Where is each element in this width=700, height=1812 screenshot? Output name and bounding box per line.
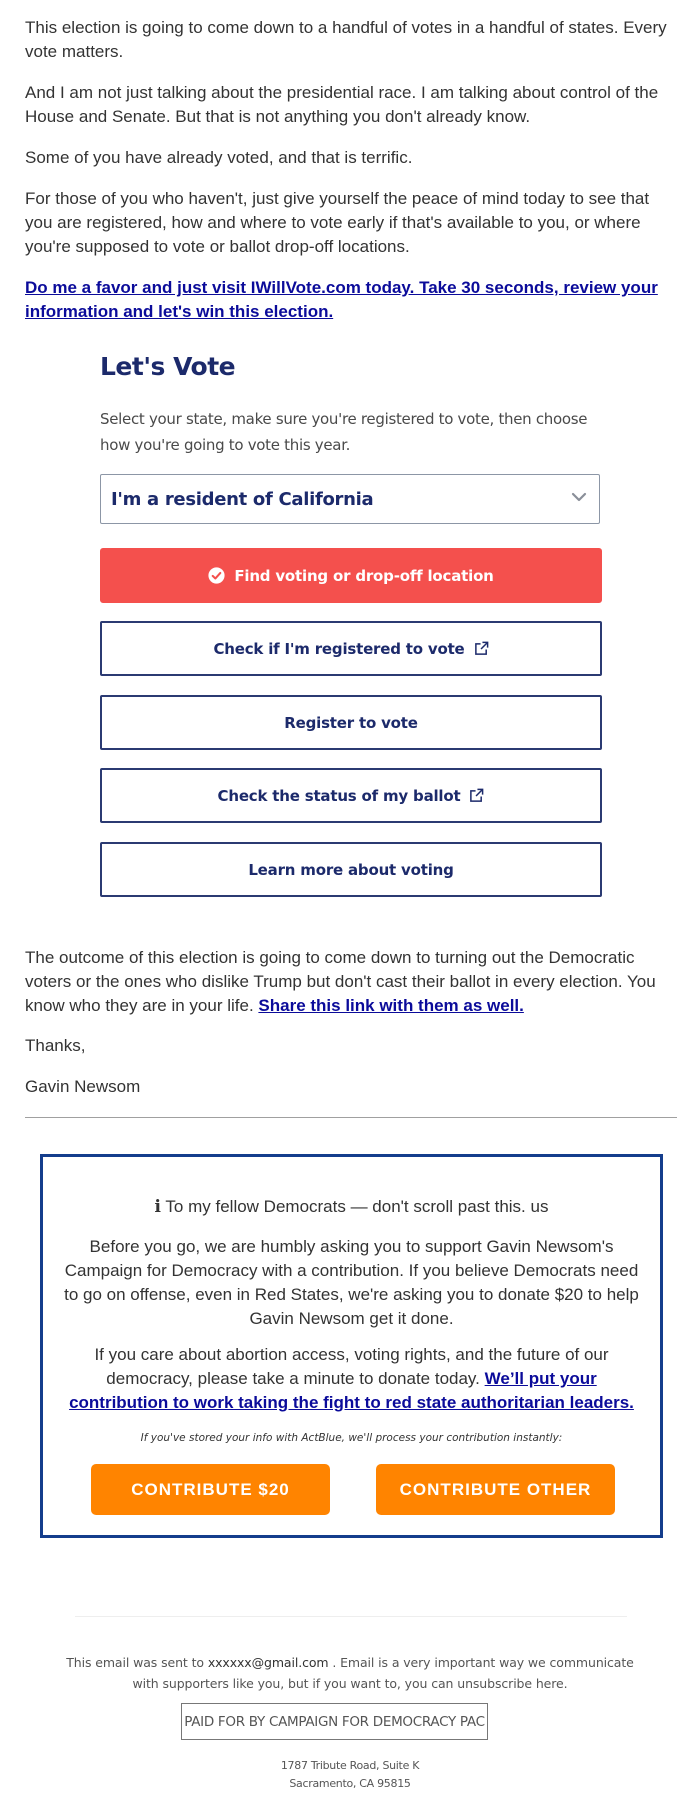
contribute-other-button[interactable]: CONTRIBUTE OTHER: [376, 1464, 615, 1515]
donation-paragraph: Before you go, we are humbly asking you …: [64, 1237, 639, 1328]
address-line: Sacramento, CA 95815: [289, 1777, 411, 1790]
divider: [25, 1117, 677, 1118]
footer-text: This email was sent to xxxxxx@gmail.com …: [60, 1652, 640, 1694]
paid-for-disclaimer: PAID FOR BY CAMPAIGN FOR DEMOCRACY PAC: [181, 1703, 488, 1740]
button-label: Register to vote: [284, 713, 418, 732]
chevron-down-icon: [571, 492, 587, 502]
iwillvote-paragraph: Do me a favor and just visit IWillVote.c…: [25, 276, 675, 324]
actblue-note: If you've stored your info with ActBlue,…: [140, 1432, 563, 1444]
paragraph: And I am not just talking about the pres…: [25, 83, 659, 126]
donation-box: i To my fellow Democrats — don't scroll …: [40, 1154, 663, 1538]
footer-divider: [75, 1616, 627, 1617]
register-button[interactable]: Register to vote: [100, 695, 602, 750]
share-link[interactable]: Share this link with them as well.: [258, 996, 523, 1015]
recipient-email: xxxxxx@gmail.com: [207, 1655, 329, 1670]
address-line: 1787 Tribute Road, Suite K: [280, 1759, 420, 1772]
check-registration-button[interactable]: Check if I'm registered to vote: [100, 621, 602, 676]
button-label: Check the status of my ballot: [217, 786, 461, 805]
check-circle-icon: [208, 567, 225, 584]
card-title: Let's Vote: [100, 352, 236, 381]
sent-prefix: This email was sent to: [66, 1655, 204, 1670]
find-location-button[interactable]: Find voting or drop-off location: [100, 548, 602, 603]
paragraph: Some of you have already voted, and that…: [25, 148, 413, 167]
contribute-20-button[interactable]: CONTRIBUTE $20: [91, 1464, 330, 1515]
external-link-icon: [470, 788, 484, 802]
paragraph: This election is going to come down to a…: [25, 18, 667, 61]
info-icon: i: [154, 1197, 161, 1217]
paragraph: For those of you who haven't, just give …: [25, 189, 650, 256]
outcome-paragraph: The outcome of this election is going to…: [25, 946, 675, 1018]
button-label: Learn more about voting: [248, 860, 454, 879]
external-link-icon: [474, 641, 488, 655]
signoff: Thanks,: [25, 1036, 86, 1055]
state-select-value: I'm a resident of California: [111, 488, 374, 510]
button-label: Check if I'm registered to vote: [213, 639, 465, 658]
ballot-status-button[interactable]: Check the status of my ballot: [100, 768, 602, 823]
learn-more-button[interactable]: Learn more about voting: [100, 842, 602, 897]
donation-paragraph: If you care about abortion access, votin…: [63, 1343, 640, 1415]
state-select[interactable]: I'm a resident of California: [100, 474, 600, 524]
card-description: Select your state, make sure you're regi…: [100, 410, 588, 454]
intro-text: To my fellow Democrats — don't scroll pa…: [165, 1197, 549, 1216]
signature: Gavin Newsom: [25, 1077, 141, 1096]
donation-intro: i To my fellow Democrats — don't scroll …: [43, 1195, 660, 1219]
iwillvote-link[interactable]: Do me a favor and just visit IWillVote.c…: [25, 278, 658, 321]
mailing-address: 1787 Tribute Road, Suite K Sacramento, C…: [0, 1757, 700, 1793]
button-label: Find voting or drop-off location: [234, 566, 494, 585]
